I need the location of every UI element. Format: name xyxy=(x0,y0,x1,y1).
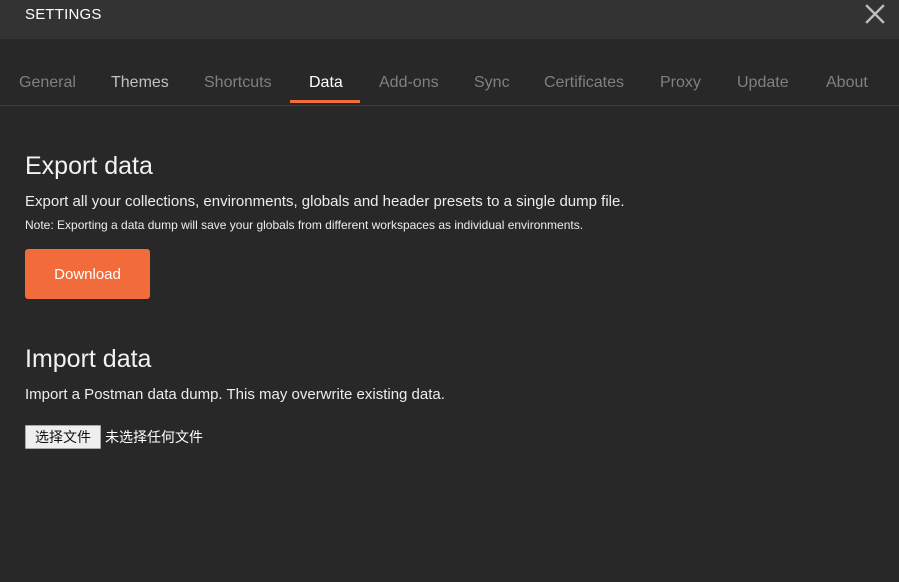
file-input: 选择文件 未选择任何文件 xyxy=(25,425,203,449)
tab-add-ons[interactable]: Add-ons xyxy=(379,74,439,92)
file-status-text: 未选择任何文件 xyxy=(105,430,203,446)
choose-file-button[interactable]: 选择文件 xyxy=(25,425,101,449)
export-description: Export all your collections, environment… xyxy=(25,193,625,210)
tab-certificates[interactable]: Certificates xyxy=(544,74,624,92)
import-description: Import a Postman data dump. This may ove… xyxy=(25,386,445,403)
active-tab-indicator xyxy=(290,100,360,103)
settings-header: SETTINGS xyxy=(0,0,899,39)
tab-shortcuts[interactable]: Shortcuts xyxy=(204,74,272,92)
import-section-title: Import data xyxy=(25,345,152,373)
modal-title: SETTINGS xyxy=(25,6,102,23)
settings-tabs: General Themes Shortcuts Data Add-ons Sy… xyxy=(0,62,899,106)
tab-update[interactable]: Update xyxy=(737,74,789,92)
tab-about[interactable]: About xyxy=(826,74,868,92)
tab-themes[interactable]: Themes xyxy=(111,74,169,92)
tab-data[interactable]: Data xyxy=(309,74,343,92)
close-button[interactable] xyxy=(863,2,887,26)
tab-proxy[interactable]: Proxy xyxy=(660,74,701,92)
close-icon xyxy=(865,4,885,24)
tab-general[interactable]: General xyxy=(19,74,76,92)
download-button[interactable]: Download xyxy=(25,249,150,299)
export-section-title: Export data xyxy=(25,152,153,180)
settings-modal: SETTINGS General Themes Shortcuts Data A… xyxy=(0,0,899,582)
tab-sync[interactable]: Sync xyxy=(474,74,510,92)
export-note: Note: Exporting a data dump will save yo… xyxy=(25,218,584,232)
